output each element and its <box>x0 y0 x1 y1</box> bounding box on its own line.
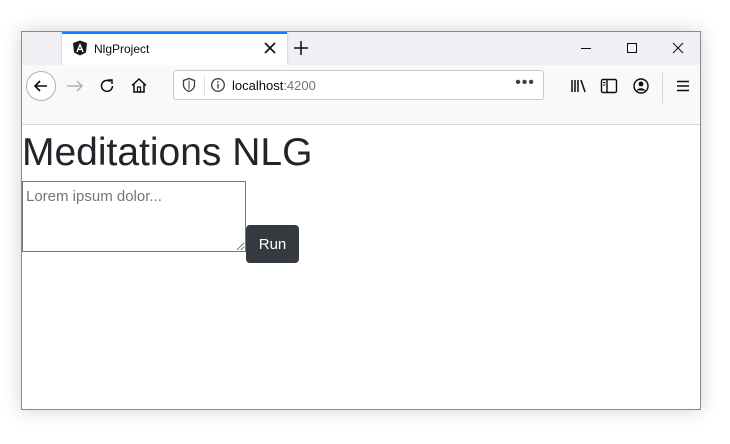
page-content: Meditations NLG Run <box>22 125 700 409</box>
back-button[interactable] <box>26 71 56 101</box>
prompt-textarea[interactable] <box>22 181 246 252</box>
url-separator <box>204 75 205 95</box>
url-text[interactable]: localhost:4200 <box>232 78 316 93</box>
shield-icon[interactable] <box>181 77 197 98</box>
home-icon[interactable] <box>128 75 150 97</box>
info-icon[interactable] <box>210 77 226 98</box>
nav-bar: localhost:4200 ••• <box>22 65 700 125</box>
sidebar-icon[interactable] <box>598 75 620 97</box>
toolbar-separator <box>662 73 663 103</box>
close-window-icon[interactable] <box>670 40 686 56</box>
page-title: Meditations NLG <box>22 131 313 174</box>
library-icon[interactable] <box>568 75 590 97</box>
minimize-icon[interactable] <box>578 40 594 56</box>
close-tab-icon[interactable] <box>263 41 277 55</box>
browser-tab[interactable]: NlgProject <box>62 32 287 65</box>
title-bar: NlgProject <box>22 32 700 65</box>
browser-window: NlgProject localhost:4200 ••• Meditation… <box>21 31 701 410</box>
run-button[interactable]: Run <box>246 225 299 263</box>
url-host: localhost <box>232 78 284 93</box>
menu-icon[interactable] <box>672 75 694 97</box>
forward-arrow-icon[interactable] <box>64 75 86 97</box>
new-tab-icon[interactable] <box>292 39 310 57</box>
back-arrow-icon <box>33 80 47 92</box>
url-port: :4200 <box>283 78 316 93</box>
maximize-icon[interactable] <box>624 40 640 56</box>
page-actions-icon[interactable]: ••• <box>515 74 535 92</box>
account-icon[interactable] <box>630 75 652 97</box>
url-bar[interactable]: localhost:4200 ••• <box>173 70 544 100</box>
reload-icon[interactable] <box>96 75 118 97</box>
tab-title: NlgProject <box>94 42 150 56</box>
angular-logo-icon <box>72 40 88 56</box>
